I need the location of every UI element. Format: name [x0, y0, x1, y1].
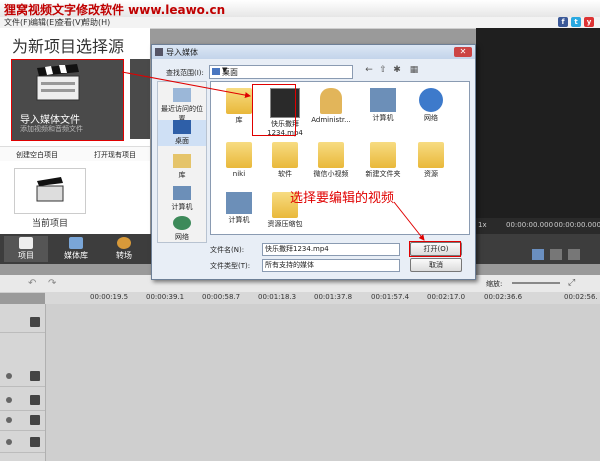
- annotation-arrows: [121, 71, 425, 241]
- arrow-to-file: [121, 71, 251, 99]
- arrow-to-open: [393, 201, 425, 241]
